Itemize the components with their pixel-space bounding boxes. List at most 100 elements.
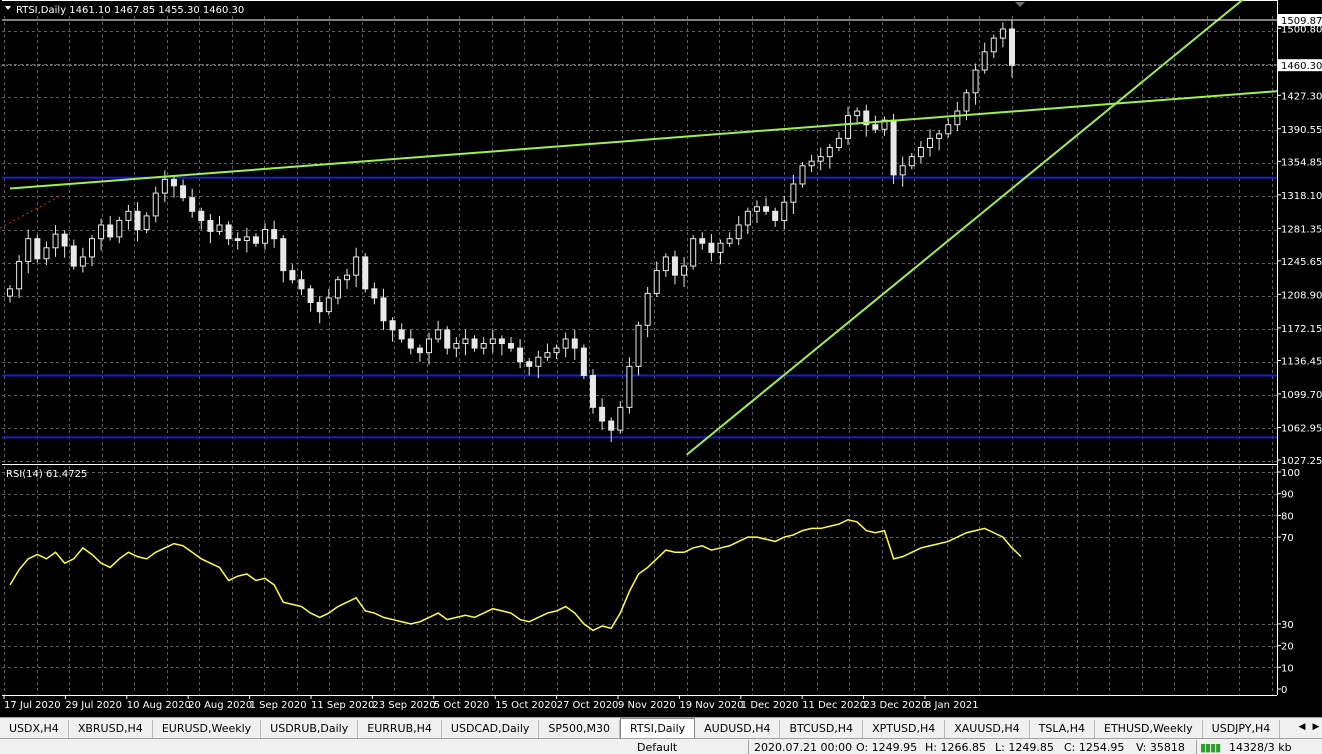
time-label: 23 Sep 2020	[372, 700, 435, 711]
tab-sp500-m30[interactable]: SP500,M30	[539, 720, 621, 738]
candle-body	[252, 236, 259, 244]
tab-rtsi-daily[interactable]: RTSI,Daily	[620, 718, 696, 740]
candle-body	[88, 238, 95, 258]
candle-body	[43, 247, 50, 260]
tab-tsla-h4[interactable]: TSLA,H4	[1030, 720, 1095, 738]
chart-canvas[interactable]: 1509.871500.801460.301427.301390.551354.…	[0, 0, 1322, 717]
candle-body	[435, 329, 442, 340]
candle-body	[1008, 28, 1016, 66]
candle-body	[170, 178, 177, 187]
candle-body	[289, 270, 296, 281]
tab-usdrub-daily[interactable]: USDRUB,Daily	[261, 720, 359, 738]
candle-body	[134, 210, 141, 231]
tab-ethusd-weekly[interactable]: ETHUSD,Weekly	[1095, 720, 1203, 738]
bar-low: L: 1249.85	[995, 741, 1054, 754]
connection-bars-icon: ▮▮▮▮	[1200, 741, 1221, 754]
candle-body	[526, 361, 533, 367]
tab-eurrub-h4[interactable]: EURRUB,H4	[358, 720, 442, 738]
candle-body	[262, 229, 269, 244]
candle-body	[471, 338, 478, 349]
time-label: 29 Jul 2020	[65, 700, 122, 711]
profile-name[interactable]: Default	[637, 741, 677, 754]
candle-body	[152, 192, 159, 217]
candle-body	[753, 206, 760, 212]
rsi-scale-label: 70	[1281, 533, 1294, 544]
candle-body	[699, 238, 706, 244]
candle-body	[70, 245, 77, 267]
candle-body	[25, 238, 32, 262]
status-divider	[1196, 740, 1197, 754]
time-label: 10 Aug 2020	[127, 700, 191, 711]
candle-body	[225, 224, 232, 240]
candle-body	[189, 197, 196, 212]
price-label: 1245.65	[1281, 257, 1322, 268]
bar-high: H: 1266.85	[925, 741, 986, 754]
candle-body	[107, 224, 114, 238]
candle-body	[34, 238, 41, 260]
tab-audusd-h4[interactable]: AUDUSD,H4	[695, 720, 781, 738]
candle-body	[344, 274, 351, 281]
price-label: 1172.15	[1281, 324, 1322, 335]
candle-body	[371, 288, 378, 299]
tab-scroll-right-icon[interactable]: ▶	[1310, 720, 1322, 734]
candle-body	[298, 279, 305, 290]
tab-xptusd-h4[interactable]: XPTUSD,H4	[863, 720, 946, 738]
chart-tab-bar: USDX,H4 XBRUSD,H4 EURUSD,Weekly USDRUB,Dail…	[0, 717, 1322, 740]
candle-body	[917, 147, 924, 158]
time-label: 8 Jan 2021	[925, 700, 979, 711]
candle-body	[389, 320, 396, 331]
rsi-scale-label: 20	[1281, 642, 1294, 653]
candle-body	[462, 338, 469, 345]
candle-body	[125, 210, 132, 221]
candle-body	[243, 236, 250, 242]
price-label: 1390.55	[1281, 125, 1322, 136]
tab-usdcad-daily[interactable]: USDCAD,Daily	[442, 720, 540, 738]
price-label: 1500.80	[1281, 24, 1322, 35]
candle-body	[845, 115, 852, 139]
candle-body	[271, 229, 278, 240]
rsi-scale-label: 100	[1281, 468, 1300, 479]
candle-body	[79, 256, 86, 267]
bar-open: O: 1249.95	[856, 741, 918, 754]
candle-body	[936, 133, 943, 139]
tab-btcusd-h4[interactable]: BTCUSD,H4	[780, 720, 864, 738]
candle-body	[580, 347, 587, 376]
candle-body	[143, 215, 150, 231]
candle-body	[717, 242, 724, 253]
candle-body	[726, 238, 733, 244]
candle-body	[316, 302, 323, 313]
tab-scroll-left-icon[interactable]: ◀	[1296, 720, 1308, 734]
candle-body	[517, 347, 524, 363]
tab-xbrusd-h4[interactable]: XBRUSD,H4	[69, 720, 153, 738]
candle-body	[763, 206, 770, 212]
tab-usdx-h4[interactable]: USDX,H4	[0, 720, 69, 738]
tab-xauusd-h4[interactable]: XAUUSD,H4	[945, 720, 1030, 738]
price-label: 1099.70	[1281, 390, 1322, 401]
price-label: 1027.25	[1281, 456, 1322, 467]
price-label: 1427.30	[1281, 91, 1322, 102]
candle-body	[999, 28, 1006, 39]
tab-eurusd-weekly[interactable]: EURUSD,Weekly	[153, 720, 262, 738]
candle-body	[334, 279, 341, 299]
time-label: 11 Sep 2020	[311, 700, 374, 711]
candle-body	[790, 183, 797, 203]
candle-body	[890, 119, 897, 176]
time-label: 17 Jul 2020	[4, 700, 61, 711]
candle-body	[927, 137, 934, 149]
tab-usdjpy-h4[interactable]: USDJPY,H4	[1203, 720, 1281, 738]
candle-body	[16, 260, 23, 290]
candle-body	[817, 156, 824, 162]
rsi-scale-label: 30	[1281, 620, 1294, 631]
time-label: 1 Dec 2020	[741, 700, 799, 711]
rsi-scale-label: 10	[1281, 663, 1294, 674]
candle-body	[690, 238, 697, 267]
candle-body	[498, 338, 505, 345]
candle-body	[407, 338, 414, 349]
candle-body	[599, 406, 606, 422]
bar-close: C: 1254.95	[1064, 741, 1125, 754]
rsi-scale-label: 0	[1281, 685, 1287, 696]
price-label: 1318.10	[1281, 191, 1322, 202]
price-label: 1460.30	[1281, 61, 1322, 72]
candle-body	[617, 406, 624, 431]
candle-body	[307, 288, 314, 304]
